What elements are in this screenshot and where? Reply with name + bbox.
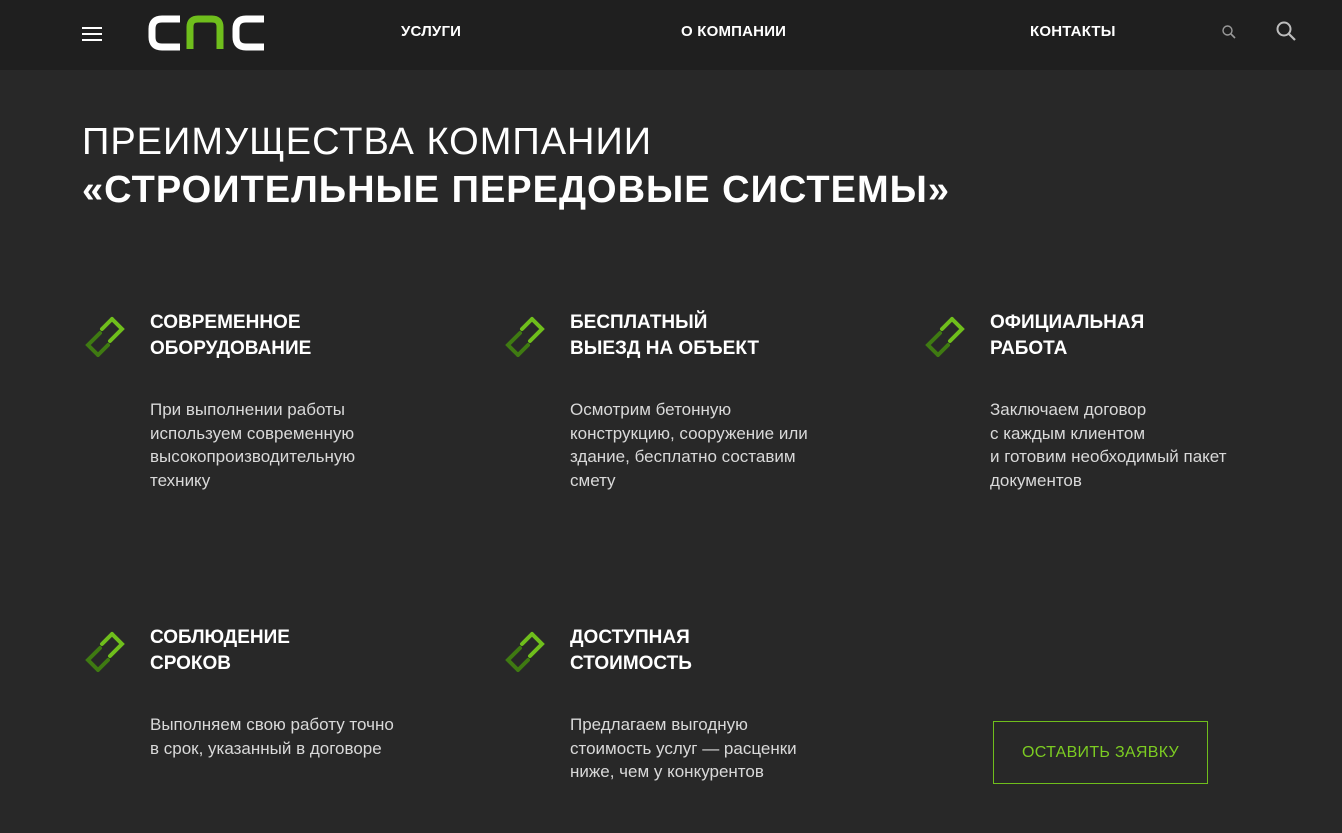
feature-heading: БЕСПЛАТНЫЙ ВЫЕЗД НА ОБЪЕКТ xyxy=(570,312,760,359)
submit-request-button[interactable]: ОСТАВИТЬ ЗАЯВКУ xyxy=(993,721,1208,784)
link-icon xyxy=(85,632,125,672)
nav-services[interactable]: УСЛУГИ xyxy=(401,23,461,40)
nav-about[interactable]: О КОМПАНИИ xyxy=(681,23,786,40)
nav-contacts[interactable]: КОНТАКТЫ xyxy=(1030,23,1116,40)
menu-icon[interactable] xyxy=(82,26,102,41)
page-title-line2: «СТРОИТЕЛЬНЫЕ ПЕРЕДОВЫЕ СИСТЕМЫ» xyxy=(82,169,950,211)
feature-heading: ОФИЦИАЛЬНАЯ РАБОТА xyxy=(990,312,1145,359)
page-title-line1: ПРЕИМУЩЕСТВА КОМПАНИИ xyxy=(82,121,653,163)
feature-text: Выполняем свою работу точно в срок, указ… xyxy=(150,715,394,758)
page-title: ПРЕИМУЩЕСТВА КОМПАНИИ «СТРОИТЕЛЬНЫЕ ПЕРЕ… xyxy=(82,118,950,214)
link-icon xyxy=(505,317,545,357)
feature-heading: СОВРЕМЕННОЕ ОБОРУДОВАНИЕ xyxy=(150,312,312,359)
feature-text: Заключаем договор с каждым клиентом и го… xyxy=(990,400,1227,490)
logo-mark xyxy=(148,15,264,51)
link-icon xyxy=(925,317,965,357)
link-icon xyxy=(505,632,545,672)
feature-heading: ДОСТУПНАЯ СТОИМОСТЬ xyxy=(570,627,692,674)
link-icon xyxy=(85,317,125,357)
site-header: УСЛУГИ О КОМПАНИИ КОНТАКТЫ xyxy=(0,0,1342,70)
feature-text: При выполнении работы используем совреме… xyxy=(150,400,356,490)
logo[interactable] xyxy=(148,15,268,51)
feature-text: Осмотрим бетонную конструкцию, сооружени… xyxy=(570,400,808,490)
search-icon[interactable] xyxy=(1221,24,1237,40)
feature-heading: СОБЛЮДЕНИЕ СРОКОВ xyxy=(150,627,290,674)
search-icon[interactable] xyxy=(1275,20,1297,42)
feature-text: Предлагаем выгодную стоимость услуг — ра… xyxy=(570,715,797,781)
